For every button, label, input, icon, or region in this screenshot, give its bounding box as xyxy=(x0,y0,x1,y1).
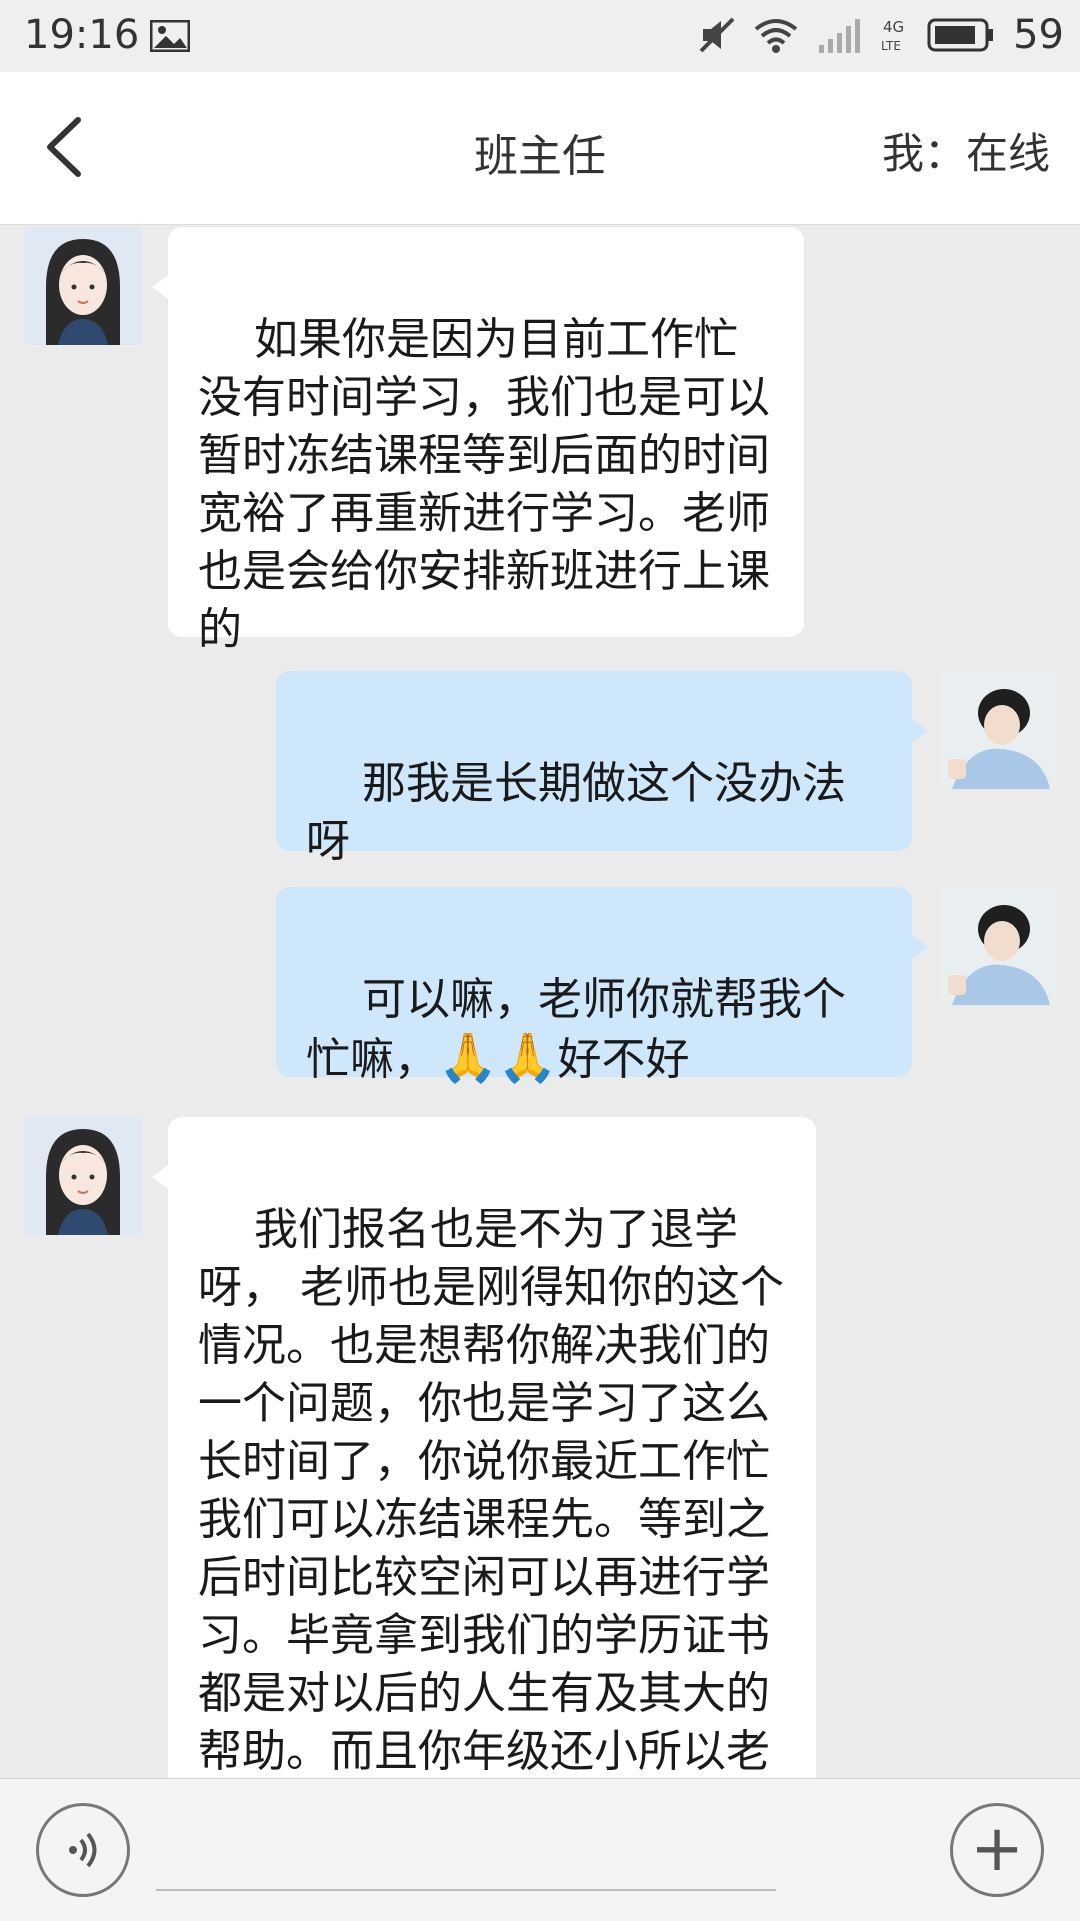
teacher-avatar-illustration xyxy=(24,1117,142,1235)
message-bubble-me[interactable]: 那我是长期做这个没办法呀 😭 xyxy=(276,671,928,986)
image-icon xyxy=(150,20,190,52)
teacher-avatar-illustration xyxy=(24,227,142,345)
battery-level: 59 xyxy=(1013,12,1064,58)
chat-header: 班主任 我：在线 xyxy=(0,72,1080,225)
my-avatar[interactable] xyxy=(938,671,1056,789)
input-bar: + xyxy=(0,1778,1080,1921)
mute-icon xyxy=(699,17,735,53)
status-bar: 19:16 4G LTE 59 xyxy=(0,0,1080,72)
voice-icon xyxy=(69,1832,97,1868)
more-options-button[interactable]: + xyxy=(950,1803,1044,1897)
message-bubble-teacher[interactable]: 我们报名也是不为了退学呀， 老师也是刚得知你的这个情况。也是想帮你解决我们的一个… xyxy=(152,1117,816,1778)
my-avatar-photo xyxy=(938,671,1056,789)
praying-hands-emoji: 🙏🙏 xyxy=(438,1030,558,1086)
signal-icon xyxy=(819,19,861,53)
wifi-icon xyxy=(754,19,798,53)
message-text: 我们报名也是不为了退学呀， 老师也是刚得知你的这个情况。也是想帮你解决我们的一个… xyxy=(198,1204,784,1777)
message-input[interactable] xyxy=(156,1889,776,1891)
message-bubble-me[interactable]: 可以嘛，老师你就帮我个忙嘛，🙏🙏好不好 xyxy=(276,887,928,1086)
teacher-avatar[interactable] xyxy=(24,1117,142,1235)
chat-messages[interactable]: 如果你是因为目前工作忙没有时间学习，我们也是可以暂时冻结课程等到后面的时间宽裕了… xyxy=(0,225,1080,1778)
lte-icon: 4G LTE xyxy=(881,18,904,53)
message-text: 那我是长期做这个没办法呀 xyxy=(306,758,846,867)
battery-icon xyxy=(927,18,994,52)
svg-text:LTE: LTE xyxy=(881,39,901,53)
status-time: 19:16 xyxy=(24,12,140,58)
online-status: 我：在线 xyxy=(881,129,1050,178)
my-avatar[interactable] xyxy=(938,887,1056,1005)
svg-text:4G: 4G xyxy=(883,18,904,36)
teacher-avatar[interactable] xyxy=(24,227,142,345)
voice-input-button[interactable] xyxy=(36,1803,130,1897)
my-avatar-photo xyxy=(938,887,1056,1005)
message-text: 如果你是因为目前工作忙没有时间学习，我们也是可以暂时冻结课程等到后面的时间宽裕了… xyxy=(198,314,770,655)
status-right: 4G LTE 59 xyxy=(699,12,1064,58)
message-text: 好不好 xyxy=(557,1034,690,1085)
message-bubble-teacher[interactable]: 如果你是因为目前工作忙没有时间学习，我们也是可以暂时冻结课程等到后面的时间宽裕了… xyxy=(152,227,804,655)
